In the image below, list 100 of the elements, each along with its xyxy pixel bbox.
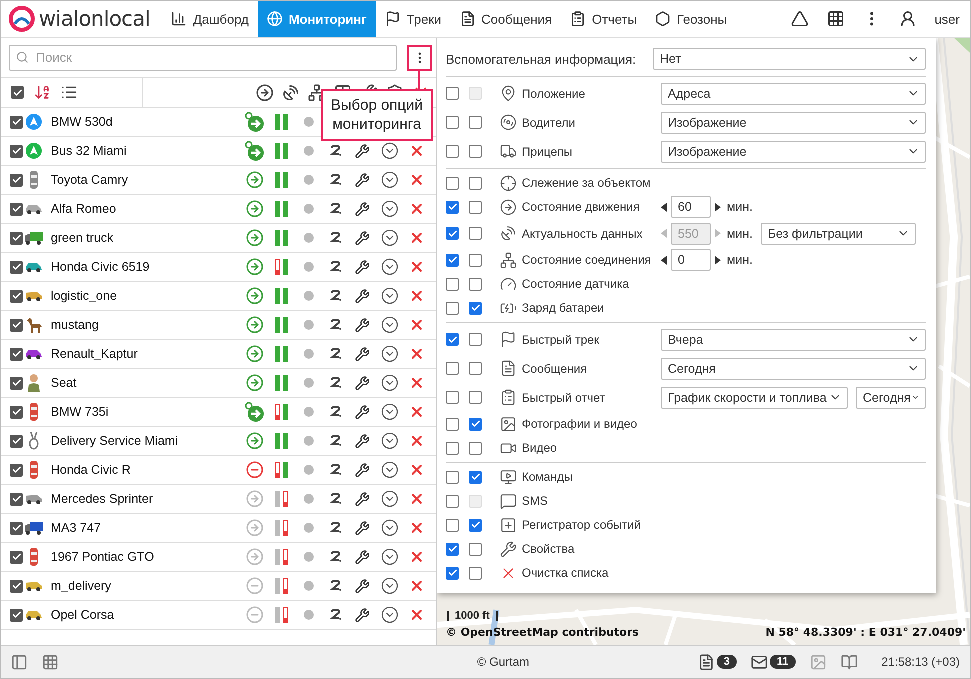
dropdown-circle-icon[interactable]: [380, 229, 398, 247]
dropdown-circle-icon[interactable]: [380, 316, 398, 334]
unit-name[interactable]: Mercedes Sprinter: [51, 492, 241, 506]
dropdown-circle-icon[interactable]: [380, 287, 398, 305]
option-checkbox[interactable]: [446, 391, 459, 404]
nav-tab[interactable]: Сообщения: [450, 1, 562, 37]
row-checkbox[interactable]: [10, 434, 23, 448]
unit-name[interactable]: Bus 32 Miami: [51, 144, 241, 158]
option-checkbox[interactable]: [446, 227, 459, 240]
row-checkbox[interactable]: [10, 232, 23, 244]
row-checkbox[interactable]: [10, 260, 23, 274]
unit-name[interactable]: Delivery Service Miami: [51, 434, 241, 448]
sort-icon[interactable]: [34, 84, 51, 101]
row-checkbox[interactable]: [10, 290, 23, 302]
option-checkbox[interactable]: [446, 200, 459, 214]
options-button[interactable]: [407, 44, 432, 70]
option-checkbox[interactable]: [446, 470, 459, 484]
option-checkbox[interactable]: [469, 418, 482, 430]
command-icon[interactable]: [330, 435, 342, 447]
wrench-icon[interactable]: [355, 462, 370, 478]
dropdown-circle-icon[interactable]: [380, 548, 398, 566]
unit-name[interactable]: green truck: [51, 231, 241, 245]
wrench-icon[interactable]: [355, 202, 370, 216]
option-checkbox[interactable]: [469, 227, 482, 240]
option-checkbox[interactable]: [469, 200, 482, 214]
nav-tab[interactable]: Дашборд: [162, 1, 258, 37]
option-checkbox[interactable]: [446, 302, 459, 314]
option-checkbox[interactable]: [469, 518, 482, 532]
satellite-icon[interactable]: [282, 84, 300, 102]
row-checkbox[interactable]: [10, 608, 23, 622]
wrench-icon[interactable]: [355, 404, 370, 420]
row-checkbox[interactable]: [10, 492, 23, 506]
dropdown[interactable]: Изображение: [661, 140, 926, 162]
dropdown[interactable]: Изображение: [661, 112, 926, 134]
option-checkbox[interactable]: [469, 145, 482, 158]
wrench-icon[interactable]: [355, 578, 370, 594]
decrement-icon[interactable]: [661, 256, 667, 264]
option-checkbox[interactable]: [446, 494, 459, 508]
option-checkbox[interactable]: [446, 145, 459, 158]
wrench-icon[interactable]: [355, 550, 370, 564]
row-checkbox[interactable]: [10, 174, 23, 186]
dropdown-circle-icon[interactable]: [380, 200, 398, 218]
dropdown-circle-icon[interactable]: [380, 519, 398, 537]
option-checkbox[interactable]: [469, 566, 482, 580]
wrench-icon[interactable]: [355, 434, 370, 448]
option-checkbox[interactable]: [446, 333, 459, 346]
command-icon[interactable]: [330, 551, 342, 563]
option-checkbox[interactable]: [469, 362, 482, 375]
command-icon[interactable]: [330, 580, 342, 592]
unit-name[interactable]: logistic_one: [51, 289, 241, 303]
wrench-icon[interactable]: [355, 346, 370, 362]
row-checkbox[interactable]: [10, 464, 23, 476]
wrench-icon[interactable]: [355, 144, 370, 158]
wrench-icon[interactable]: [355, 492, 370, 506]
row-checkbox[interactable]: [10, 406, 23, 418]
dropdown[interactable]: Без фильтрации: [760, 222, 916, 244]
row-checkbox[interactable]: [10, 202, 23, 216]
select-all-checkbox[interactable]: [11, 86, 24, 99]
option-checkbox[interactable]: [469, 470, 482, 484]
dropdown[interactable]: Нет: [653, 48, 926, 70]
wrench-icon[interactable]: [355, 608, 370, 622]
unit-name[interactable]: MA3 747: [51, 521, 241, 535]
dropdown[interactable]: Адреса: [661, 82, 926, 104]
dropdown-circle-icon[interactable]: [380, 461, 398, 479]
wrench-icon[interactable]: [355, 288, 370, 304]
user-name[interactable]: user: [934, 12, 960, 26]
command-icon[interactable]: [330, 174, 342, 186]
command-icon[interactable]: [330, 232, 342, 244]
option-checkbox[interactable]: [446, 442, 459, 454]
dropdown[interactable]: График скорости и топлива: [661, 386, 848, 408]
unit-name[interactable]: Toyota Camry: [51, 173, 241, 187]
nav-tab[interactable]: Геозоны: [646, 1, 736, 37]
wrench-icon[interactable]: [355, 520, 370, 536]
unit-name[interactable]: Honda Civic 6519: [51, 260, 241, 274]
option-checkbox[interactable]: [446, 418, 459, 430]
number-field[interactable]: 0: [671, 249, 711, 271]
dropdown-circle-icon[interactable]: [380, 258, 398, 276]
command-icon[interactable]: [330, 348, 342, 360]
number-field[interactable]: 60: [671, 196, 711, 218]
motion-filter-icon[interactable]: [256, 84, 274, 102]
panel-icon[interactable]: [11, 654, 28, 670]
wrench-icon[interactable]: [355, 230, 370, 246]
dropdown[interactable]: Вчера: [661, 328, 926, 350]
unit-name[interactable]: Alfa Romeo: [51, 202, 241, 216]
option-checkbox[interactable]: [469, 254, 482, 266]
row-checkbox[interactable]: [10, 550, 23, 564]
increment-icon[interactable]: [715, 256, 721, 264]
dropdown-circle-icon[interactable]: [380, 374, 398, 392]
command-icon[interactable]: [330, 464, 342, 476]
command-icon[interactable]: [330, 406, 342, 418]
list-icon[interactable]: [61, 84, 78, 101]
dropdown-circle-icon[interactable]: [380, 142, 398, 160]
dropdown-circle-icon[interactable]: [380, 606, 398, 624]
command-icon[interactable]: [330, 290, 342, 302]
dropdown-circle-icon[interactable]: [380, 432, 398, 450]
option-checkbox[interactable]: [469, 176, 482, 190]
dropdown[interactable]: Сегодня: [661, 358, 926, 380]
option-checkbox[interactable]: [446, 116, 459, 129]
dropdown-circle-icon[interactable]: [380, 171, 398, 189]
dropdown-circle-icon[interactable]: [380, 490, 398, 508]
